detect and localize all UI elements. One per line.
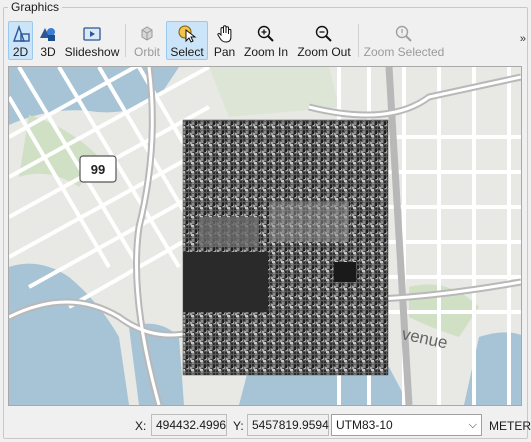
- zoom-in-label: Zoom In: [243, 45, 288, 59]
- slideshow-button[interactable]: Slideshow: [64, 21, 120, 60]
- select-label: Select: [170, 45, 204, 59]
- 2d-view-label: 2D: [12, 45, 29, 59]
- status-bar: X: 494432.4996 Y: 5457819.9594 UTM83-10 …: [0, 412, 531, 438]
- zoom-out-label: Zoom Out: [297, 45, 351, 59]
- zoom-selected-label: Zoom Selected: [363, 45, 445, 59]
- y-coordinate-value: 5457819.9594: [247, 414, 329, 436]
- orbit-label: Orbit: [133, 45, 160, 59]
- select-button[interactable]: Select: [166, 21, 208, 60]
- toolbar-separator: [358, 24, 359, 57]
- zoom-in-icon: [256, 24, 276, 44]
- zoom-out-icon: [314, 24, 334, 44]
- 3d-view-label: 3D: [40, 45, 56, 59]
- slideshow-label: Slideshow: [64, 45, 120, 59]
- projection-select-value: UTM83-10: [336, 418, 393, 432]
- map-viewport[interactable]: 99 venue: [8, 66, 522, 406]
- raster-image-overlay: [182, 119, 389, 376]
- zoom-selected-icon: [394, 24, 414, 44]
- pan-hand-icon: [215, 24, 235, 44]
- orbit-icon: [137, 24, 157, 44]
- projection-select[interactable]: UTM83-10 ⌵: [331, 414, 482, 436]
- slideshow-icon: [82, 24, 102, 44]
- chevron-down-icon[interactable]: ⌵: [469, 415, 477, 435]
- orbit-button[interactable]: Orbit: [131, 21, 163, 60]
- toolbar-separator: [125, 24, 126, 57]
- highway-shield: 99: [79, 155, 117, 183]
- 3d-view-button[interactable]: 3D: [36, 21, 60, 60]
- zoom-selected-button[interactable]: Zoom Selected: [364, 21, 444, 60]
- zoom-out-button[interactable]: Zoom Out: [295, 21, 353, 60]
- highway-shield-number: 99: [91, 162, 105, 177]
- y-coordinate-label: Y:: [233, 419, 244, 433]
- pan-button[interactable]: Pan: [211, 21, 238, 60]
- 2d-view-icon: [11, 24, 31, 44]
- x-coordinate-value: 494432.4996: [151, 414, 227, 436]
- toolbar-overflow-button[interactable]: »: [520, 33, 526, 45]
- map-canvas[interactable]: 99 venue: [9, 67, 521, 405]
- pan-label: Pan: [213, 45, 236, 59]
- graphics-toolbar: 2D 3D Slideshow Orbit Select Pan Zoom In…: [8, 20, 526, 62]
- 2d-view-button[interactable]: 2D: [8, 21, 33, 60]
- units-label: METER: [489, 419, 531, 433]
- x-coordinate-label: X:: [135, 419, 147, 433]
- select-icon: [177, 24, 197, 44]
- zoom-in-button[interactable]: Zoom In: [242, 21, 290, 60]
- panel-title: Graphics: [8, 0, 63, 14]
- 3d-view-icon: [38, 24, 58, 44]
